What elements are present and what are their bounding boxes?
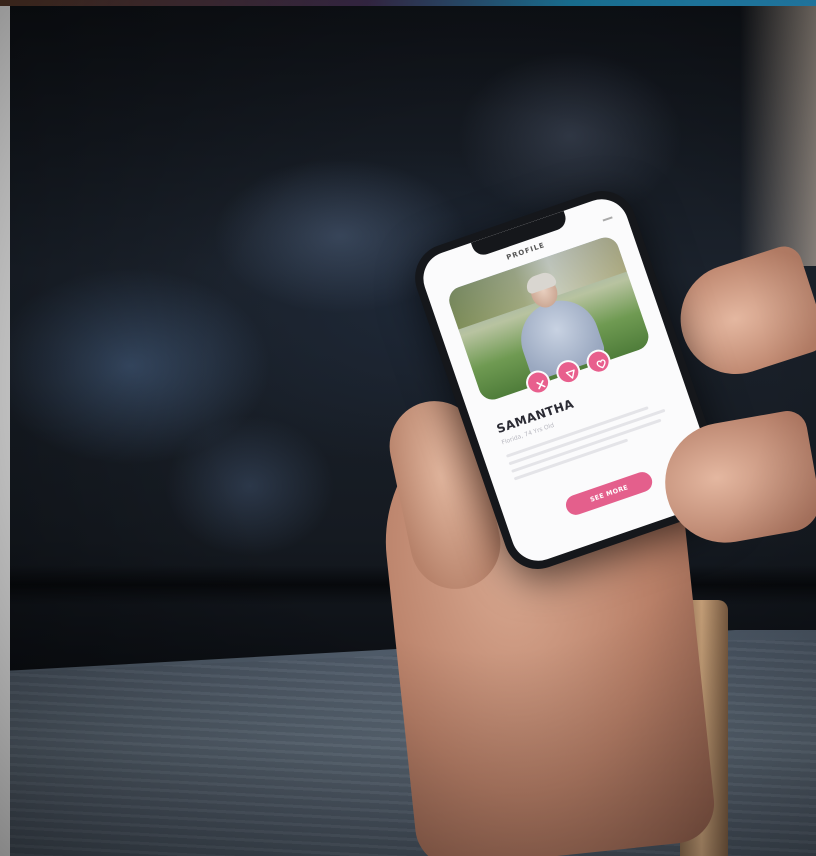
heart-icon (596, 358, 606, 368)
send-icon (565, 368, 575, 379)
close-icon (536, 379, 546, 389)
left-page-edge (0, 6, 10, 856)
photo-scene: PROFILE SAMANTHA Florida, 74 Yrs Old SEE… (0, 0, 816, 856)
description-line (513, 438, 629, 481)
see-more-button[interactable]: SEE MORE (563, 469, 655, 518)
window-light (740, 6, 816, 266)
